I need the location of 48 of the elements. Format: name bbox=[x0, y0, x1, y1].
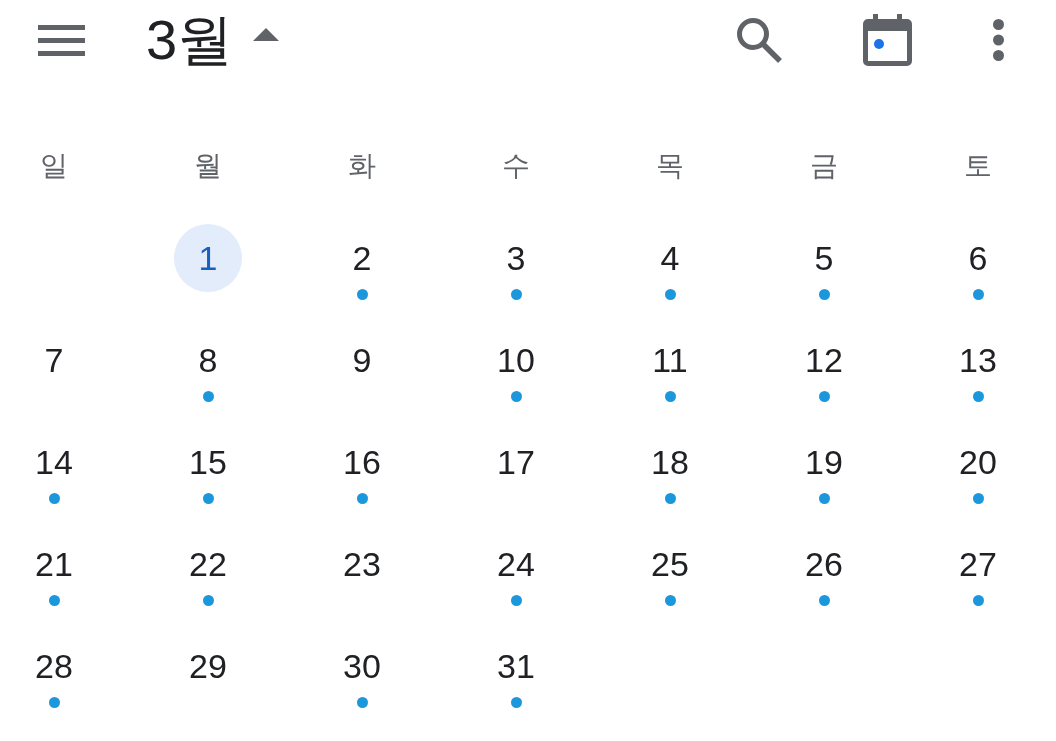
date-button[interactable]: 30 bbox=[343, 649, 381, 683]
date-button[interactable]: 7 bbox=[44, 343, 64, 377]
more-options-icon bbox=[993, 19, 1004, 61]
menu-button[interactable] bbox=[38, 24, 85, 56]
date-button[interactable]: 1 bbox=[174, 224, 242, 292]
weekday-label: 일 bbox=[40, 152, 68, 180]
date-button[interactable]: 10 bbox=[497, 343, 535, 377]
date-button[interactable]: 17 bbox=[497, 445, 535, 479]
date-button[interactable]: 31 bbox=[497, 649, 535, 683]
date-button[interactable]: 22 bbox=[189, 547, 227, 581]
date-button[interactable]: 26 bbox=[805, 547, 843, 581]
weekday-label: 목 bbox=[656, 152, 684, 180]
date-button[interactable]: 29 bbox=[189, 649, 227, 683]
date-button[interactable]: 2 bbox=[352, 241, 372, 275]
date-button[interactable]: 23 bbox=[343, 547, 381, 581]
date-button[interactable]: 5 bbox=[814, 241, 834, 275]
date-button[interactable]: 24 bbox=[497, 547, 535, 581]
date-button[interactable]: 25 bbox=[651, 547, 689, 581]
date-button[interactable]: 16 bbox=[343, 445, 381, 479]
date-button[interactable]: 8 bbox=[198, 343, 218, 377]
date-button[interactable]: 21 bbox=[35, 547, 73, 581]
calendar-icon bbox=[863, 14, 912, 66]
date-button[interactable]: 11 bbox=[652, 343, 688, 377]
search-icon bbox=[736, 17, 782, 63]
today-button[interactable] bbox=[863, 14, 912, 66]
date-button[interactable]: 4 bbox=[660, 241, 680, 275]
month-dropdown[interactable]: 3월 bbox=[146, 12, 280, 68]
date-button[interactable]: 27 bbox=[959, 547, 997, 581]
date-button[interactable]: 19 bbox=[805, 445, 843, 479]
date-button[interactable]: 18 bbox=[651, 445, 689, 479]
date-button[interactable]: 6 bbox=[968, 241, 988, 275]
weekday-label: 토 bbox=[964, 152, 992, 180]
date-button[interactable]: 14 bbox=[35, 445, 73, 479]
date-button[interactable]: 12 bbox=[805, 343, 843, 377]
menu-icon bbox=[38, 24, 85, 56]
weekday-label: 월 bbox=[194, 152, 222, 180]
weekday-label: 수 bbox=[502, 152, 530, 180]
date-button[interactable]: 15 bbox=[189, 445, 227, 479]
date-button[interactable]: 28 bbox=[35, 649, 73, 683]
weekday-label: 화 bbox=[348, 152, 376, 180]
date-button[interactable]: 20 bbox=[959, 445, 997, 479]
more-options-button[interactable] bbox=[993, 19, 1004, 61]
caret-icon bbox=[253, 27, 280, 41]
date-button[interactable]: 9 bbox=[352, 343, 372, 377]
date-button[interactable]: 3 bbox=[506, 241, 526, 275]
date-button[interactable]: 13 bbox=[959, 343, 997, 377]
weekday-label: 금 bbox=[810, 152, 838, 180]
search-button[interactable] bbox=[736, 17, 782, 63]
